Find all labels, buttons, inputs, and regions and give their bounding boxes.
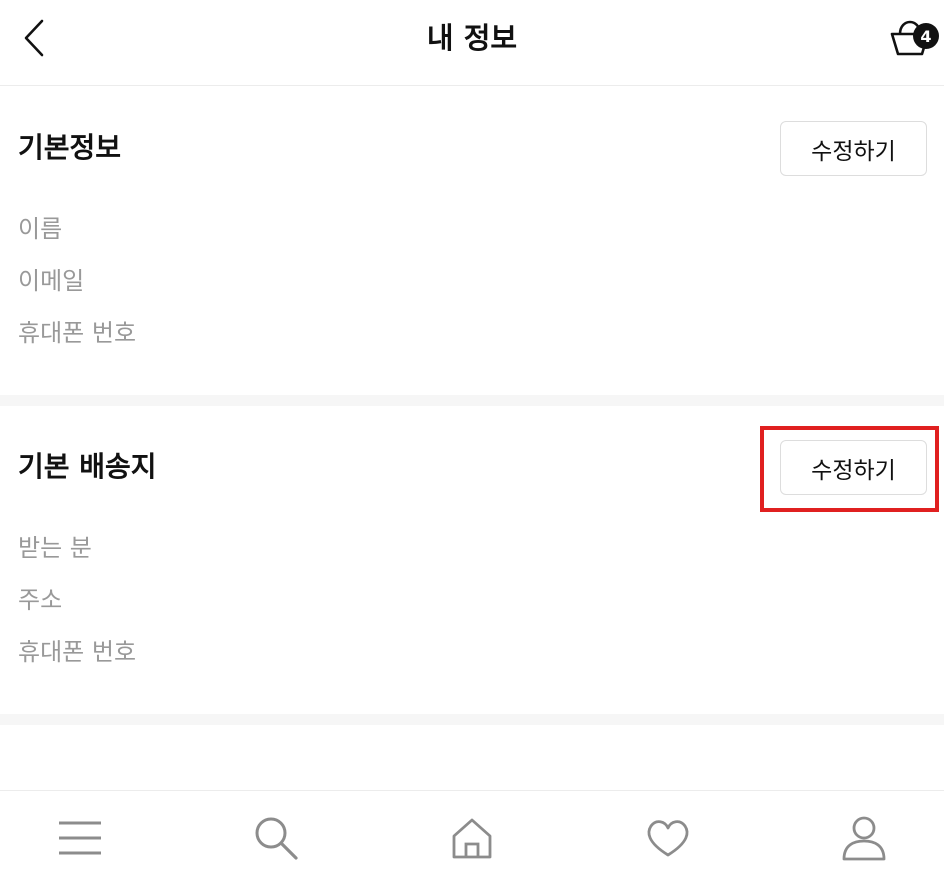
nav-my-page[interactable] — [824, 791, 904, 884]
home-icon — [452, 818, 492, 859]
page-title: 내 정보 — [426, 21, 518, 55]
default-shipping-title: 기본 배송지 — [18, 450, 157, 483]
cart-button[interactable]: 4 — [884, 14, 939, 64]
recipient-label: 받는 분 — [18, 534, 92, 562]
basic-info-title: 기본정보 — [18, 131, 122, 164]
nav-home[interactable] — [432, 791, 512, 884]
nav-search[interactable] — [236, 791, 316, 884]
heart-icon — [647, 820, 689, 857]
nav-menu[interactable] — [40, 791, 120, 884]
section-divider — [0, 395, 944, 406]
top-header: 내 정보 4 — [0, 0, 944, 86]
nav-wishlist[interactable] — [628, 791, 708, 884]
cart-count-badge: 4 — [913, 23, 939, 49]
menu-icon — [59, 821, 101, 855]
user-icon — [842, 816, 886, 861]
default-shipping-edit-button[interactable]: 수정하기 — [780, 440, 927, 495]
basic-info-edit-button[interactable]: 수정하기 — [780, 121, 927, 176]
default-shipping-section: 기본 배송지 수정하기 받는 분 주소 휴대폰 번호 — [0, 406, 944, 714]
phone-label: 휴대폰 번호 — [18, 319, 137, 347]
name-label: 이름 — [18, 215, 63, 243]
search-icon — [255, 817, 298, 860]
email-label: 이메일 — [18, 267, 85, 295]
basic-info-section: 기본정보 수정하기 이름 이메일 휴대폰 번호 — [0, 87, 944, 395]
shipping-phone-label: 휴대폰 번호 — [18, 638, 137, 666]
section-divider — [0, 714, 944, 725]
address-label: 주소 — [18, 586, 63, 614]
bottom-nav — [0, 790, 944, 884]
